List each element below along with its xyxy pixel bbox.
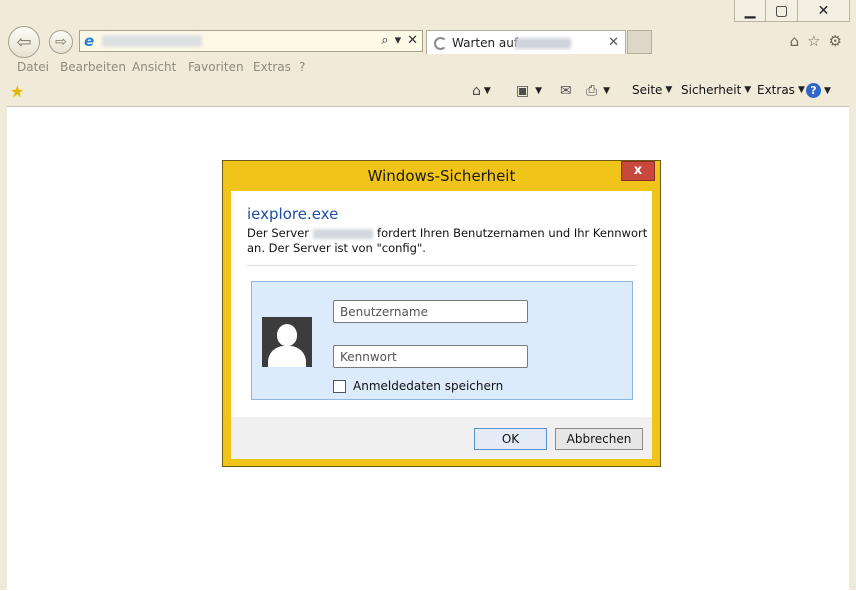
menu-datei[interactable]: Datei: [17, 60, 49, 74]
chevron-down-icon: ▼: [744, 85, 752, 95]
arrow-left-icon: ⇦: [16, 31, 32, 53]
menu-extras[interactable]: Extras: [253, 60, 291, 74]
printer-icon: ⎙: [586, 83, 598, 99]
dialog-message-line2: an. Der Server ist von "config".: [247, 241, 426, 255]
chevron-down-icon[interactable]: ▾: [395, 33, 402, 48]
print-command[interactable]: ⎙ ▼: [586, 83, 610, 99]
chevron-down-icon: ▼: [483, 86, 491, 96]
security-menu-label: Sicherheit: [681, 83, 742, 97]
dialog-title: Windows-Sicherheit: [367, 167, 516, 185]
add-favorites-star-icon[interactable]: ★: [10, 82, 24, 101]
menu-bearbeiten[interactable]: Bearbeiten: [60, 60, 126, 74]
command-bar: ★ ⌂ ▼ ▣ ▼ ✉ ⎙ ▼ Seite ▼ Sicherheit ▼ Ext…: [0, 80, 856, 104]
chevron-down-icon: ▼: [797, 85, 805, 95]
gear-icon[interactable]: ⚙: [829, 32, 842, 50]
star-icon[interactable]: ☆: [807, 32, 820, 50]
tools-menu[interactable]: Extras ▼: [757, 83, 805, 97]
chevron-down-icon: ▼: [665, 85, 673, 95]
server-name-redacted: [313, 228, 374, 239]
requesting-app: iexplore.exe: [247, 205, 339, 223]
arrow-right-icon: ⇨: [55, 34, 67, 50]
dialog-body: iexplore.exe Der Server fordert Ihren Ben…: [231, 191, 652, 417]
page-menu[interactable]: Seite ▼: [632, 83, 672, 97]
address-bar[interactable]: e ⌕ ▾ ✕: [79, 30, 423, 52]
loading-spinner-icon: [434, 37, 447, 50]
back-button[interactable]: ⇦: [8, 26, 40, 58]
minimize-button[interactable]: ▁: [734, 0, 766, 22]
menu-ansicht[interactable]: Ansicht: [132, 60, 176, 74]
address-url-redacted: [102, 35, 202, 47]
tab-server-redacted: [515, 38, 571, 49]
help-menu[interactable]: ? ▼: [806, 83, 831, 98]
tools-menu-label: Extras: [757, 83, 795, 97]
rss-icon: ▣: [516, 83, 530, 99]
window-controls: ▁ ▢ ✕: [734, 0, 850, 26]
username-input[interactable]: [333, 300, 528, 323]
mail-icon: ✉: [560, 83, 572, 99]
dialog-footer: OK Abbrechen: [231, 417, 652, 459]
menu-bar: Datei Bearbeiten Ansicht Favoriten Extra…: [0, 59, 856, 77]
page-menu-label: Seite: [632, 83, 663, 97]
stop-icon[interactable]: ✕: [407, 33, 418, 48]
cancel-button[interactable]: Abbrechen: [555, 428, 643, 450]
tab-label: Warten auf: [452, 36, 519, 50]
security-menu[interactable]: Sicherheit ▼: [681, 83, 751, 97]
chevron-down-icon: ▼: [824, 85, 831, 96]
menu-favoriten[interactable]: Favoriten: [188, 60, 244, 74]
tab-close-icon[interactable]: ✕: [608, 35, 619, 50]
home-icon[interactable]: ⌂: [790, 32, 800, 50]
menu-help[interactable]: ?: [299, 60, 305, 74]
remember-label: Anmeldedaten speichern: [353, 379, 504, 393]
user-avatar-icon: [262, 317, 312, 367]
mail-command[interactable]: ✉: [560, 83, 572, 99]
remember-checkbox[interactable]: [333, 379, 346, 393]
home-icon: ⌂: [472, 83, 481, 99]
security-dialog: Windows-Sicherheit x iexplore.exe Der Se…: [222, 160, 661, 467]
dialog-message-line1: Der Server fordert Ihren Benutzernamen un…: [247, 226, 647, 240]
browser-window: ▁ ▢ ✕ ⇦ ⇨ e ⌕ ▾ ✕ Warten auf ✕ ⌂ ☆ ⚙ Dat…: [0, 0, 856, 591]
chevron-down-icon: ▼: [532, 86, 543, 96]
browser-toolbar-icons: ⌂ ☆ ⚙: [790, 32, 842, 50]
ok-button[interactable]: OK: [474, 428, 547, 450]
home-command[interactable]: ⌂ ▼: [472, 83, 491, 99]
message-suffix: fordert Ihren Benutzernamen und Ihr Kenn…: [377, 226, 648, 240]
chevron-down-icon: ▼: [600, 86, 610, 96]
remember-credentials-row[interactable]: Anmeldedaten speichern: [333, 379, 503, 393]
credential-panel: Anmeldedaten speichern: [251, 281, 633, 400]
new-tab-button[interactable]: [627, 30, 652, 54]
dialog-close-button[interactable]: x: [621, 161, 655, 181]
feeds-command[interactable]: ▣ ▼: [516, 83, 542, 99]
password-input[interactable]: [333, 345, 528, 368]
tab-loading[interactable]: Warten auf ✕: [426, 30, 626, 54]
ie-logo-icon: e: [84, 32, 95, 50]
navigation-bar: ⇦ ⇨ e ⌕ ▾ ✕ Warten auf ✕ ⌂ ☆ ⚙: [0, 26, 856, 58]
address-controls: ⌕ ▾ ✕: [381, 33, 418, 48]
close-window-button[interactable]: ✕: [798, 0, 850, 22]
divider: [247, 265, 637, 266]
message-prefix: Der Server: [247, 226, 310, 240]
forward-button[interactable]: ⇨: [49, 30, 73, 54]
search-icon[interactable]: ⌕: [381, 33, 388, 48]
help-icon: ?: [806, 83, 821, 98]
maximize-button[interactable]: ▢: [766, 0, 798, 22]
